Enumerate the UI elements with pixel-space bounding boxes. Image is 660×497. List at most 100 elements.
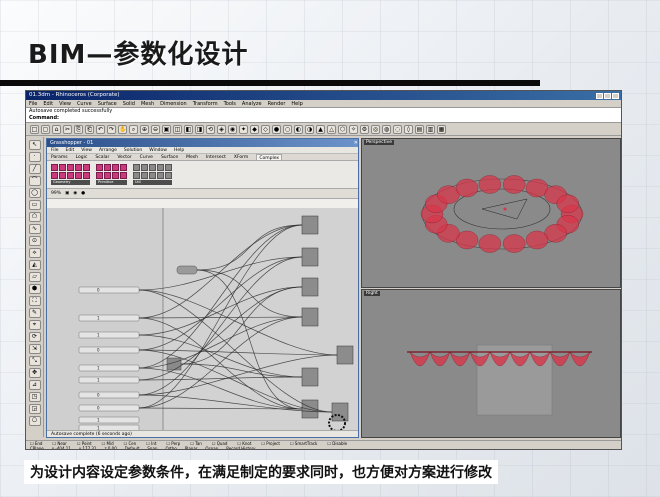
status-field[interactable]: Planar (185, 446, 198, 449)
gh-menu-item[interactable]: Help (174, 147, 184, 153)
toolbar-icon[interactable]: ● (272, 124, 281, 134)
menu-item[interactable]: File (29, 100, 37, 107)
component-icon[interactable] (165, 164, 172, 171)
viewport-label[interactable]: Right (364, 291, 380, 296)
component-icon[interactable] (104, 164, 111, 171)
left-tool-icon[interactable]: ◯ (28, 188, 41, 198)
left-tool-icon[interactable]: ◭ (28, 260, 41, 270)
gh-tab[interactable]: Surface (161, 154, 178, 160)
left-tool-icon[interactable]: ⟳ (28, 332, 41, 342)
number-slider[interactable]: 1 (78, 376, 140, 384)
toolbar-icon[interactable]: ↶ (96, 124, 105, 134)
save-icon[interactable]: ▣ (65, 191, 69, 196)
toolbar-icon[interactable]: ◫ (173, 124, 182, 134)
toolbar-icon[interactable]: ✧ (349, 124, 358, 134)
left-tool-icon[interactable]: · (28, 152, 41, 162)
graph-node[interactable] (336, 345, 354, 365)
number-slider[interactable]: 0 (78, 391, 140, 399)
toolbar-icon[interactable]: ▢ (41, 124, 50, 134)
gh-tab[interactable]: Vector (117, 154, 131, 160)
menu-item[interactable]: Tools (224, 100, 236, 107)
preview-icon[interactable]: ◉ (73, 191, 77, 196)
status-field[interactable]: Ortho (165, 446, 176, 449)
zoom-level[interactable]: 99% (51, 191, 61, 196)
toolbar-icon[interactable]: ◑ (305, 124, 314, 134)
toolbar-icon[interactable]: ↷ (107, 124, 116, 134)
menu-item[interactable]: Transform (193, 100, 218, 107)
component-icon[interactable] (120, 172, 127, 179)
component-icon[interactable] (96, 164, 103, 171)
toolbar-icon[interactable]: ▥ (426, 124, 435, 134)
toolbar-icon[interactable]: ◈ (217, 124, 226, 134)
graph-node[interactable] (301, 247, 319, 267)
number-slider[interactable]: 1 (78, 331, 140, 339)
gh-menu-item[interactable]: Arrange (99, 147, 117, 153)
gh-tab[interactable]: Intersect (206, 154, 226, 160)
left-tool-icon[interactable]: ⊙ (28, 236, 41, 246)
menu-item[interactable]: Help (291, 100, 302, 107)
toolbar-icon[interactable]: ▲ (316, 124, 325, 134)
component-icon[interactable] (104, 172, 111, 179)
gh-tab[interactable]: Scalar (95, 154, 109, 160)
toolbar-icon[interactable]: ◌ (393, 124, 402, 134)
gh-menu-item[interactable]: Window (149, 147, 167, 153)
toolbar-icon[interactable]: ⌂ (52, 124, 61, 134)
component-icon[interactable] (157, 172, 164, 179)
toolbar-icon[interactable]: ✦ (239, 124, 248, 134)
component-icon[interactable] (59, 172, 66, 179)
menu-item[interactable]: Edit (43, 100, 53, 107)
gh-tab[interactable]: XForm (234, 154, 248, 160)
gh-canvas[interactable]: 0110110011 (47, 208, 358, 432)
left-tool-icon[interactable]: ⇲ (28, 344, 41, 354)
component-icon[interactable] (133, 172, 140, 179)
menu-item[interactable]: Solid (123, 100, 135, 107)
menu-item[interactable]: Curve (77, 100, 92, 107)
status-field[interactable]: x -404.11 (52, 446, 71, 449)
left-tool-icon[interactable]: ✥ (28, 368, 41, 378)
left-tool-icon[interactable]: ◳ (28, 392, 41, 402)
status-field[interactable]: Record History (226, 446, 255, 449)
gh-close-icon[interactable]: ✕ (354, 139, 358, 147)
component-icon[interactable] (141, 164, 148, 171)
toolbar-icon[interactable]: □ (30, 124, 39, 134)
toolbar-icon[interactable]: ⚙ (360, 124, 369, 134)
component-icon[interactable] (75, 164, 82, 171)
component-icon[interactable] (83, 164, 90, 171)
status-field[interactable]: Osnap (205, 446, 218, 449)
component-icon[interactable] (51, 164, 58, 171)
component-icon[interactable] (96, 172, 103, 179)
component-icon[interactable] (51, 172, 58, 179)
menu-item[interactable]: Analyze (242, 100, 262, 107)
toolbar-icon[interactable]: ▤ (415, 124, 424, 134)
gh-tab[interactable]: Curve (140, 154, 153, 160)
number-slider[interactable]: 0 (78, 346, 140, 354)
status-field[interactable]: y 177.31 (79, 446, 97, 449)
gh-tab[interactable]: Logic (76, 154, 88, 160)
component-icon[interactable] (67, 172, 74, 179)
gh-menu-item[interactable]: View (81, 147, 92, 153)
left-tool-icon[interactable]: ↖ (28, 140, 41, 150)
command-prompt[interactable]: Command: (26, 115, 621, 122)
maximize-button[interactable] (604, 92, 611, 99)
toolbar-icon[interactable]: ⎗ (85, 124, 94, 134)
toolbar-icon[interactable]: ◎ (371, 124, 380, 134)
left-tool-icon[interactable]: ✎ (28, 308, 41, 318)
component-icon[interactable] (59, 164, 66, 171)
toolbar-icon[interactable]: ⊖ (151, 124, 160, 134)
menu-item[interactable]: Dimension (160, 100, 187, 107)
left-tool-icon[interactable]: ⎔ (28, 416, 41, 426)
toolbar-icon[interactable]: ◍ (382, 124, 391, 134)
toolbar-icon[interactable]: △ (327, 124, 336, 134)
left-tool-icon[interactable]: ⟡ (28, 248, 41, 258)
left-tool-icon[interactable]: ⛶ (28, 296, 41, 306)
gh-tab[interactable]: Params (51, 154, 68, 160)
status-field[interactable]: Snap (147, 446, 157, 449)
component-icon[interactable] (120, 164, 127, 171)
left-tool-icon[interactable]: ⤡ (28, 356, 41, 366)
gh-menu-item[interactable]: Solution (124, 147, 142, 153)
toolbar-icon[interactable]: ◐ (294, 124, 303, 134)
bake-icon[interactable]: ● (81, 191, 85, 196)
toolbar-icon[interactable]: ▣ (162, 124, 171, 134)
toolbar-icon[interactable]: ⟲ (206, 124, 215, 134)
status-field[interactable]: z 0.00 (104, 446, 116, 449)
